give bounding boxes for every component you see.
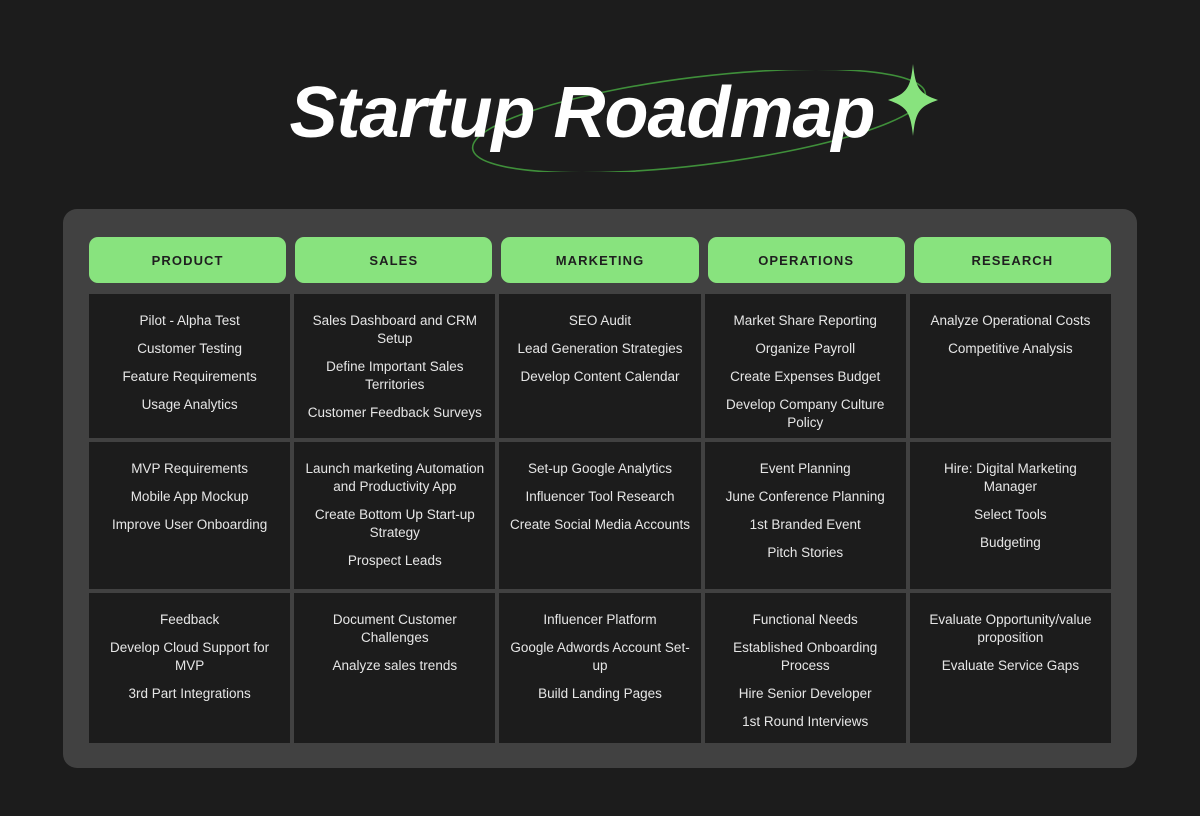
task-card[interactable]: Market Share Reporting Organize Payroll Cr…: [704, 294, 906, 438]
task-item[interactable]: 3rd Part Integrations: [98, 685, 281, 703]
column-header-operations[interactable]: OPERATIONS: [707, 237, 905, 283]
task-item[interactable]: Sales Dashboard and CRM Setup: [303, 312, 486, 348]
task-item[interactable]: Google Adwords Account Set-up: [508, 639, 691, 675]
task-item[interactable]: 1st Branded Event: [714, 516, 897, 534]
task-item[interactable]: Launch marketing Automation and Producti…: [303, 460, 486, 496]
task-item[interactable]: Market Share Reporting: [714, 312, 897, 330]
task-item[interactable]: Prospect Leads: [303, 552, 486, 570]
task-item[interactable]: Feature Requirements: [98, 368, 281, 386]
task-item[interactable]: Select Tools: [919, 506, 1102, 524]
task-item[interactable]: MVP Requirements: [98, 460, 281, 478]
task-card[interactable]: Analyze Operational Costs Competitive Ana…: [909, 294, 1112, 438]
task-item[interactable]: Customer Feedback Surveys: [303, 404, 486, 422]
task-item[interactable]: Define Important Sales Territories: [303, 358, 486, 394]
roadmap-rows: Pilot - Alpha Test Customer Testing Featur…: [89, 294, 1112, 743]
task-card[interactable]: MVP Requirements Mobile App Mockup Improve…: [89, 442, 291, 589]
task-item[interactable]: Feedback: [98, 611, 281, 629]
roadmap-page: Startup Roadmap PRODUCT SALES MARKETING OPE…: [0, 0, 1200, 816]
task-item[interactable]: Event Planning: [714, 460, 897, 478]
column-header-label: MARKETING: [555, 252, 645, 268]
task-item[interactable]: Create Bottom Up Start-up Strategy: [303, 506, 486, 542]
task-item[interactable]: Evaluate Service Gaps: [919, 657, 1102, 675]
task-item[interactable]: Hire Senior Developer: [714, 685, 897, 703]
title-block: Startup Roadmap: [0, 28, 1200, 178]
task-item[interactable]: Influencer Tool Research: [508, 488, 691, 506]
roadmap-panel: PRODUCT SALES MARKETING OPERATIONS RESEARCH …: [63, 209, 1137, 768]
task-item[interactable]: Create Social Media Accounts: [508, 516, 691, 534]
task-item[interactable]: 1st Round Interviews: [714, 713, 897, 731]
column-header-label: RESEARCH: [971, 252, 1054, 268]
task-card[interactable]: Evaluate Opportunity/value proposition Ev…: [909, 593, 1112, 743]
column-header-marketing[interactable]: MARKETING: [501, 237, 699, 283]
task-item[interactable]: Pitch Stories: [714, 544, 897, 562]
task-item[interactable]: Functional Needs: [714, 611, 897, 629]
task-item[interactable]: Pilot - Alpha Test: [98, 312, 281, 330]
task-item[interactable]: Competitive Analysis: [919, 340, 1102, 358]
roadmap-row: Pilot - Alpha Test Customer Testing Featur…: [89, 294, 1112, 438]
column-header-sales[interactable]: SALES: [295, 237, 493, 283]
task-item[interactable]: Organize Payroll: [714, 340, 897, 358]
task-card[interactable]: SEO Audit Lead Generation Strategies Devel…: [499, 294, 701, 438]
page-title: Startup Roadmap: [289, 73, 875, 153]
task-item[interactable]: Usage Analytics: [98, 396, 281, 414]
task-item[interactable]: Document Customer Challenges: [303, 611, 486, 647]
column-header-label: OPERATIONS: [758, 252, 855, 268]
task-item[interactable]: SEO Audit: [508, 312, 691, 330]
task-item[interactable]: Influencer Platform: [508, 611, 691, 629]
roadmap-row: Feedback Develop Cloud Support for MVP 3rd…: [89, 593, 1112, 743]
task-item[interactable]: Develop Cloud Support for MVP: [98, 639, 281, 675]
task-item[interactable]: Customer Testing: [98, 340, 281, 358]
task-card[interactable]: Influencer Platform Google Adwords Accoun…: [499, 593, 701, 743]
column-header-label: SALES: [369, 252, 419, 268]
task-item[interactable]: Develop Company Culture Policy: [714, 396, 897, 432]
task-card[interactable]: Sales Dashboard and CRM Setup Define Impo…: [294, 294, 496, 438]
task-item[interactable]: Established Onboarding Process: [714, 639, 897, 675]
task-card[interactable]: Feedback Develop Cloud Support for MVP 3rd…: [89, 593, 291, 743]
task-card[interactable]: Document Customer Challenges Analyze sale…: [294, 593, 496, 743]
task-item[interactable]: Budgeting: [919, 534, 1102, 552]
column-header-research[interactable]: RESEARCH: [913, 237, 1112, 283]
roadmap-grid: PRODUCT SALES MARKETING OPERATIONS RESEARCH …: [89, 237, 1112, 743]
task-card[interactable]: Hire: Digital Marketing Manager Select To…: [909, 442, 1112, 589]
column-header-label: PRODUCT: [151, 252, 224, 268]
task-item[interactable]: Evaluate Opportunity/value proposition: [919, 611, 1102, 647]
task-card[interactable]: Event Planning June Conference Planning 1s…: [704, 442, 906, 589]
task-item[interactable]: Analyze Operational Costs: [919, 312, 1102, 330]
task-item[interactable]: June Conference Planning: [714, 488, 897, 506]
task-item[interactable]: Analyze sales trends: [303, 657, 486, 675]
task-item[interactable]: Hire: Digital Marketing Manager: [919, 460, 1102, 496]
column-header-product[interactable]: PRODUCT: [89, 237, 287, 283]
task-card[interactable]: Set-up Google Analytics Influencer Tool R…: [499, 442, 701, 589]
task-card[interactable]: Pilot - Alpha Test Customer Testing Featur…: [89, 294, 291, 438]
task-card[interactable]: Launch marketing Automation and Producti…: [294, 442, 496, 589]
roadmap-row: MVP Requirements Mobile App Mockup Improve…: [89, 442, 1112, 589]
task-card[interactable]: Functional Needs Established Onboarding P…: [704, 593, 906, 743]
task-item[interactable]: Set-up Google Analytics: [508, 460, 691, 478]
task-item[interactable]: Build Landing Pages: [508, 685, 691, 703]
task-item[interactable]: Improve User Onboarding: [98, 516, 281, 534]
column-header-row: PRODUCT SALES MARKETING OPERATIONS RESEARCH: [89, 237, 1112, 283]
task-item[interactable]: Develop Content Calendar: [508, 368, 691, 386]
task-item[interactable]: Lead Generation Strategies: [508, 340, 691, 358]
task-item[interactable]: Create Expenses Budget: [714, 368, 897, 386]
task-item[interactable]: Mobile App Mockup: [98, 488, 281, 506]
